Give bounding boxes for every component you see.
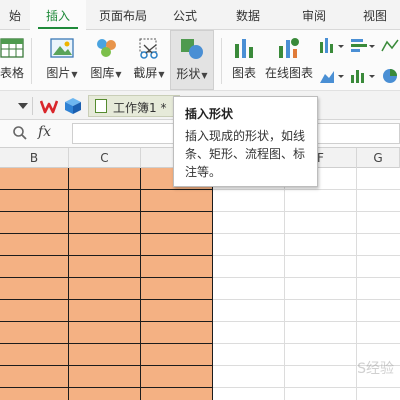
bar-chart-icon <box>235 39 253 58</box>
tab-view[interactable]: 视图 <box>350 0 400 30</box>
online-chart-label: 在线图表 <box>264 66 313 80</box>
table-button[interactable]: 表格 <box>0 30 30 90</box>
row-gridline <box>213 255 400 256</box>
scatter-chart-icon <box>381 39 399 52</box>
column-chart-dropdown[interactable] <box>318 36 348 56</box>
tab-start[interactable]: 始 <box>0 0 30 30</box>
pie-chart-icon <box>383 69 397 83</box>
wps-logo-icon <box>39 100 59 114</box>
search-icon <box>13 126 27 140</box>
row-gridline <box>0 299 213 300</box>
ribbon-separator <box>221 38 222 84</box>
column-gridline <box>212 168 213 400</box>
screenshot-label: 截屏▼ <box>133 66 165 80</box>
watermark-text: S经验 <box>357 361 394 377</box>
cloud-docs-button[interactable] <box>64 97 82 115</box>
shape-icon <box>181 39 203 59</box>
gallery-button[interactable]: 图库▼ <box>86 30 126 90</box>
column-gridline <box>68 168 69 400</box>
stock-chart-icon <box>351 70 375 83</box>
chevron-down-icon <box>18 103 28 109</box>
stock-chart-dropdown[interactable] <box>349 66 379 86</box>
cube-icon <box>65 98 81 114</box>
row-gridline <box>0 211 213 212</box>
watermark: S经验 <box>357 358 394 378</box>
column-gridline <box>140 168 141 400</box>
table-icon <box>0 38 24 58</box>
tooltip-body: 插入现成的形状，如线条、矩形、流程图、标注等。 <box>185 129 306 179</box>
table-label: 表格 <box>0 66 24 80</box>
divider <box>32 97 33 115</box>
row-gridline <box>213 189 400 190</box>
row-gridline <box>0 233 213 234</box>
zoom-search-button[interactable] <box>12 125 28 141</box>
bar-chart-dropdown[interactable] <box>349 36 379 56</box>
tab-insert[interactable]: 插入 <box>30 0 86 31</box>
workbook-tab[interactable]: 工作簿1 * <box>88 95 180 117</box>
row-gridline <box>0 189 213 190</box>
row-gridline <box>213 321 400 322</box>
row-gridline <box>213 387 400 388</box>
tab-list-dropdown[interactable] <box>18 100 28 110</box>
tab-data[interactable]: 数据 <box>220 0 276 30</box>
ribbon-tab-bar: 始 插入 页面布局 公式 数据 审阅 视图 <box>0 0 400 31</box>
online-chart-icon <box>279 38 299 58</box>
column-header-g[interactable]: G <box>357 148 400 168</box>
pie-chart-dropdown[interactable] <box>380 66 400 86</box>
scatter-chart-dropdown[interactable] <box>380 36 400 56</box>
chart-label: 图表 <box>231 66 256 80</box>
screenshot-button[interactable]: 截屏▼ <box>128 30 170 90</box>
row-gridline <box>0 321 213 322</box>
row-gridline <box>0 343 213 344</box>
insert-function-button[interactable]: fx <box>38 124 51 140</box>
spreadsheet-file-icon <box>95 99 107 113</box>
chart-button[interactable]: 图表 <box>226 30 262 90</box>
row-gridline <box>213 299 400 300</box>
shape-button[interactable]: 形状▼ <box>170 30 214 90</box>
column-gridline <box>284 168 285 400</box>
horizontal-bar-chart-icon <box>351 39 375 52</box>
cell-grid[interactable] <box>0 168 400 400</box>
gallery-label: 图库▼ <box>90 66 122 80</box>
workbook-tab-label: 工作簿1 * <box>113 101 167 115</box>
column-chart-icon <box>320 38 344 53</box>
area-chart-dropdown[interactable] <box>318 66 348 86</box>
ribbon-toolbar: 表格 图片▼ 图库▼ 截屏▼ 形状▼ 图表 在线图表 <box>0 30 400 118</box>
ribbon-separator <box>31 38 32 84</box>
picture-icon <box>50 38 74 58</box>
row-gridline <box>213 233 400 234</box>
tab-page-layout[interactable]: 页面布局 <box>86 0 160 30</box>
shape-label: 形状▼ <box>176 67 208 81</box>
row-gridline <box>213 277 400 278</box>
picture-label: 图片▼ <box>46 66 78 80</box>
wps-logo-button[interactable] <box>39 97 59 115</box>
column-header-b[interactable]: B <box>0 148 69 168</box>
shape-tooltip: 插入形状 插入现成的形状，如线条、矩形、流程图、标注等。 <box>173 96 318 187</box>
tab-review[interactable]: 审阅 <box>286 0 342 30</box>
tooltip-title: 插入形状 <box>185 107 234 121</box>
row-gridline <box>0 387 213 388</box>
gallery-icon <box>97 39 116 57</box>
area-chart-icon <box>320 71 344 83</box>
row-gridline <box>0 365 213 366</box>
row-gridline <box>0 277 213 278</box>
tab-formula[interactable]: 公式 <box>160 0 210 30</box>
row-gridline <box>213 211 400 212</box>
online-chart-button[interactable]: 在线图表 <box>262 30 316 90</box>
column-header-c[interactable]: C <box>69 148 141 168</box>
row-gridline <box>0 255 213 256</box>
row-gridline <box>213 343 400 344</box>
scissors-icon <box>139 38 158 59</box>
picture-button[interactable]: 图片▼ <box>40 30 84 90</box>
